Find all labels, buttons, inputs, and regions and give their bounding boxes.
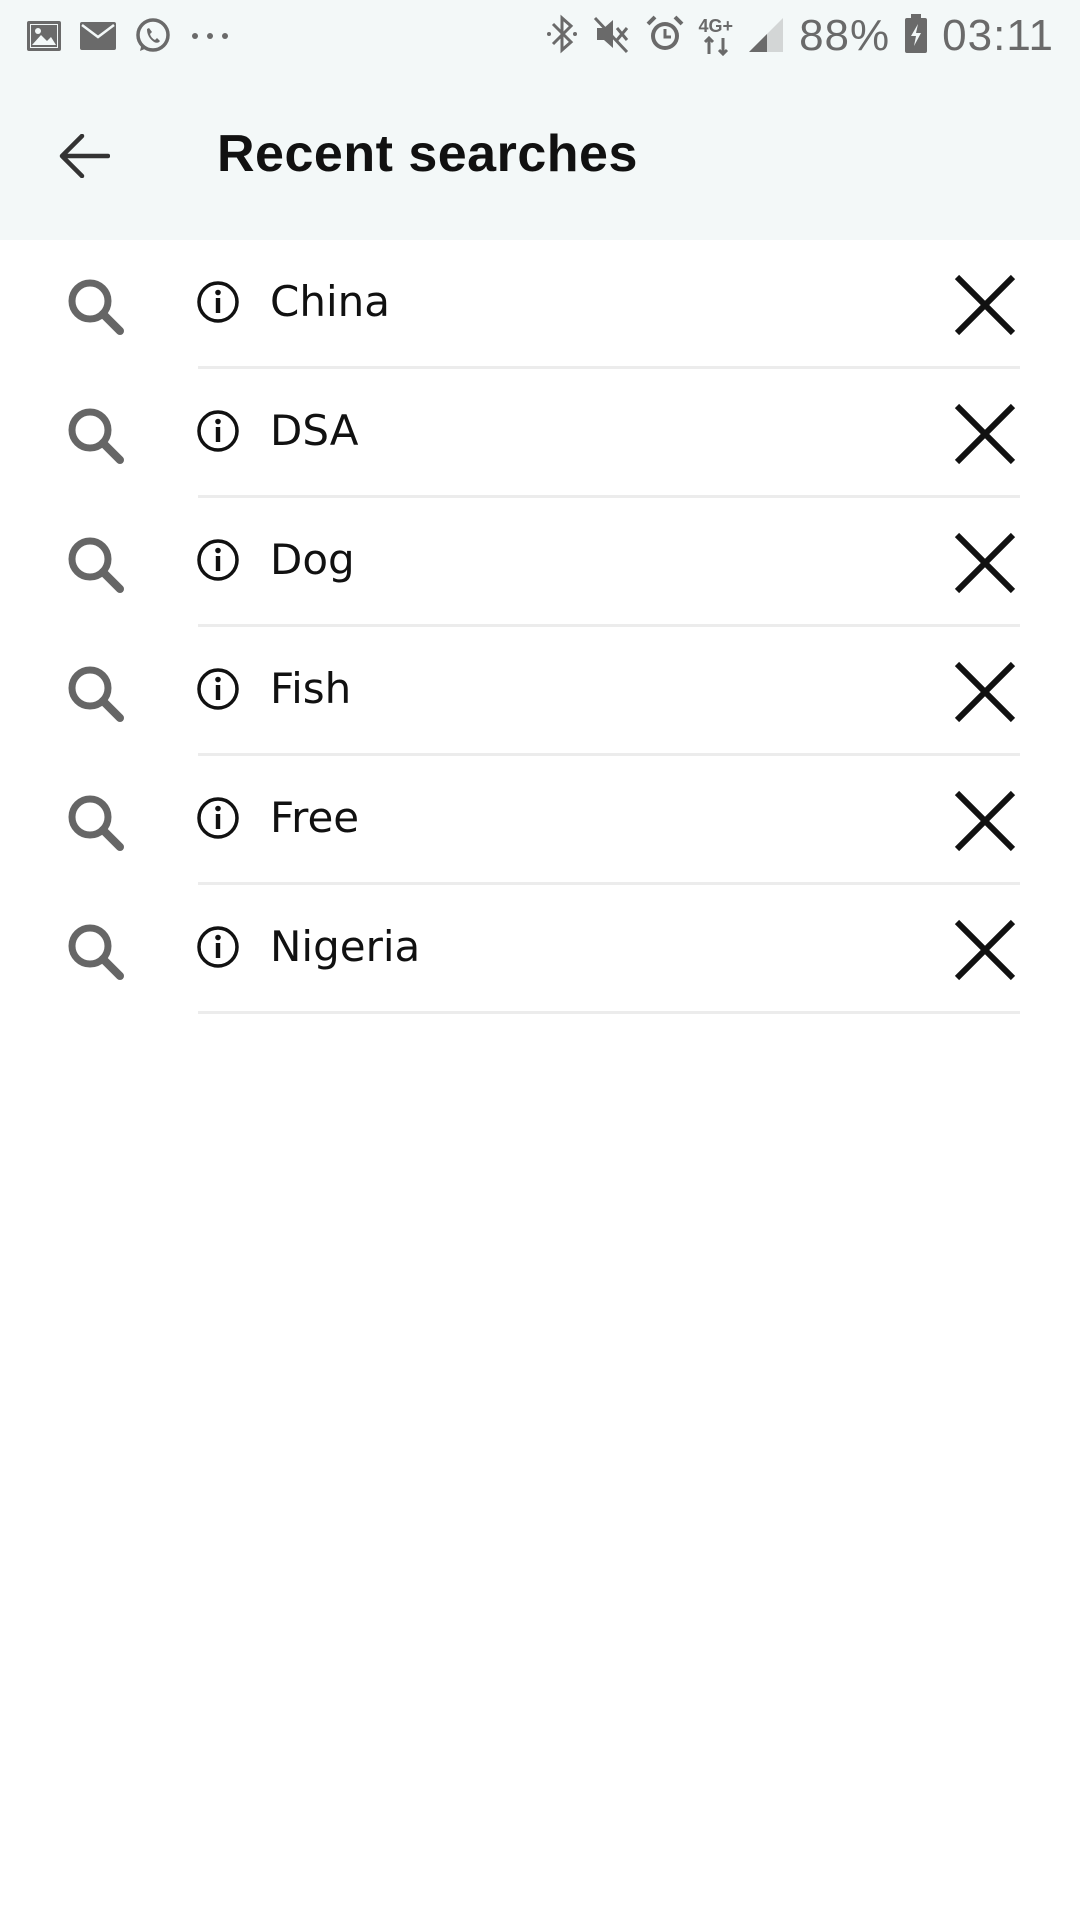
remove-search-button[interactable]: [950, 528, 1020, 598]
list-item[interactable]: DSA: [0, 369, 1080, 498]
page-title: Recent searches: [217, 125, 638, 183]
remove-search-button[interactable]: [950, 915, 1020, 985]
info-icon[interactable]: [196, 409, 240, 453]
search-icon: [68, 666, 124, 722]
close-icon: [954, 274, 1016, 336]
remove-search-button[interactable]: [950, 657, 1020, 727]
network-label: 4G+: [698, 16, 734, 36]
search-icon: [68, 537, 124, 593]
info-icon[interactable]: [196, 925, 240, 969]
remove-search-button[interactable]: [950, 786, 1020, 856]
list-item[interactable]: Dog: [0, 498, 1080, 627]
remove-search-button[interactable]: [950, 270, 1020, 340]
info-icon[interactable]: [196, 538, 240, 582]
network-4g-icon: 4G+: [698, 16, 734, 56]
alarm-icon: [645, 14, 685, 58]
whatsapp-icon: [134, 17, 172, 55]
close-icon: [954, 532, 1016, 594]
info-icon[interactable]: [196, 280, 240, 324]
email-icon: [80, 22, 116, 50]
search-term: Free: [270, 793, 360, 842]
list-item[interactable]: Fish: [0, 627, 1080, 756]
close-icon: [954, 919, 1016, 981]
system-icons: 4G+ 88% 03:11: [545, 11, 1080, 61]
search-icon: [68, 795, 124, 851]
remove-search-button[interactable]: [950, 399, 1020, 469]
battery-icon: [904, 14, 928, 58]
battery-percent: 88%: [799, 11, 891, 60]
mute-icon: [593, 14, 631, 58]
clock: 03:11: [942, 11, 1054, 60]
info-icon[interactable]: [196, 667, 240, 711]
back-button[interactable]: [40, 112, 128, 200]
close-icon: [954, 790, 1016, 852]
notification-icons: [0, 17, 230, 55]
search-term: Fish: [270, 664, 352, 713]
close-icon: [954, 661, 1016, 723]
more-dots-icon: [190, 31, 230, 41]
search-icon: [68, 279, 124, 335]
gallery-icon: [26, 20, 62, 52]
bluetooth-icon: [545, 14, 579, 58]
search-icon: [68, 408, 124, 464]
search-term: Dog: [270, 535, 355, 584]
info-icon[interactable]: [196, 796, 240, 840]
close-icon: [954, 403, 1016, 465]
search-term: Nigeria: [270, 922, 421, 971]
status-bar: 4G+ 88% 03:11: [0, 0, 1080, 72]
search-term: DSA: [270, 406, 359, 455]
arrow-left-icon: [59, 134, 110, 178]
list-item[interactable]: Nigeria: [0, 885, 1080, 1014]
recent-searches-list: China DSA Dog Fish Free Nigeria: [0, 240, 1080, 1014]
search-term: China: [270, 277, 390, 326]
signal-icon: [747, 14, 785, 58]
list-item[interactable]: Free: [0, 756, 1080, 885]
app-bar: Recent searches: [0, 72, 1080, 240]
divider: [198, 1011, 1020, 1014]
list-item[interactable]: China: [0, 240, 1080, 369]
search-icon: [68, 924, 124, 980]
